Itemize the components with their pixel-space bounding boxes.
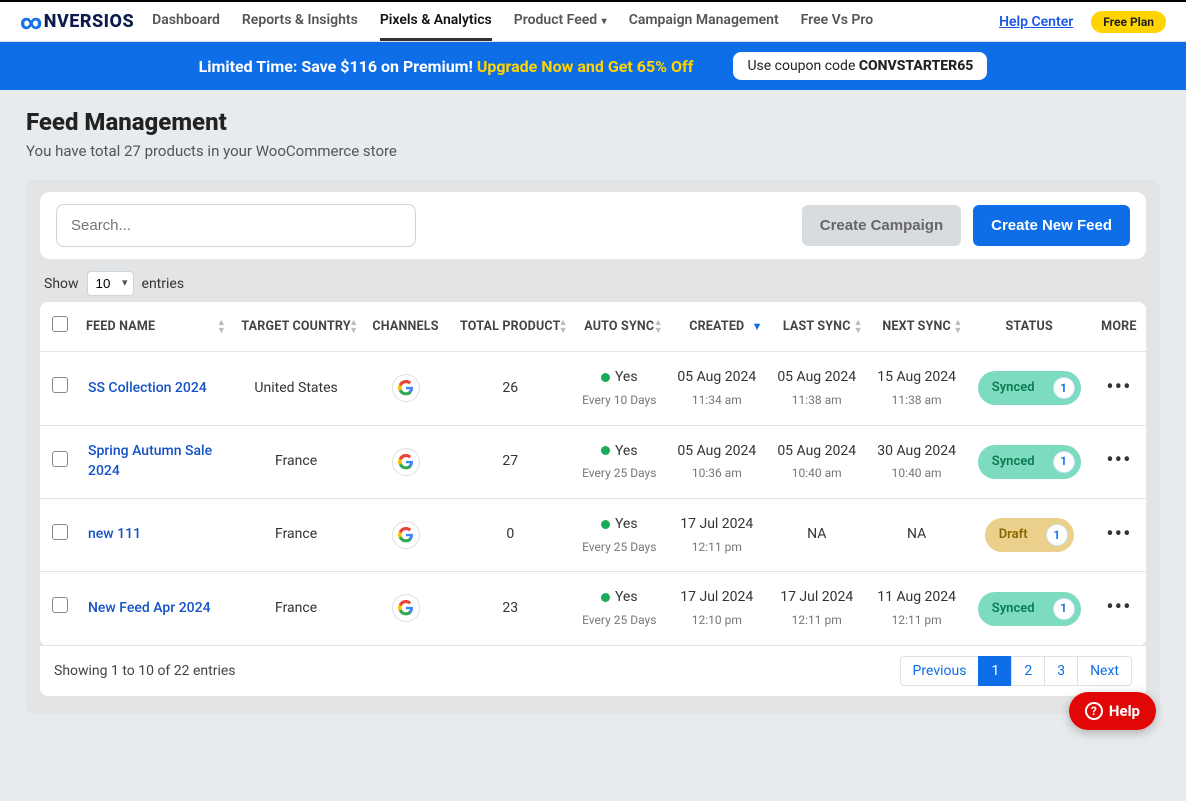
cell-auto-sync: YesEvery 25 Days bbox=[572, 425, 667, 498]
nav-dashboard[interactable]: Dashboard bbox=[152, 2, 220, 41]
table-row: New Feed Apr 2024 France 23YesEvery 25 Day… bbox=[40, 572, 1146, 645]
create-campaign-button[interactable]: Create Campaign bbox=[802, 205, 961, 246]
col-more: MORE bbox=[1092, 302, 1146, 352]
cell-auto-sync: YesEvery 10 Days bbox=[572, 352, 667, 425]
status-badge: Synced1 bbox=[978, 445, 1081, 479]
cell-last-sync: NA bbox=[767, 499, 867, 572]
feed-table: FEED NAME▲▼ TARGET COUNTRY▲▼ CHANNELS TO… bbox=[40, 302, 1146, 646]
col-total: TOTAL PRODUCT▲▼ bbox=[449, 302, 572, 352]
col-feed-name: FEED NAME▲▼ bbox=[80, 302, 230, 352]
cell-next-sync: 30 Aug 202410:40 am bbox=[867, 425, 967, 498]
nav-pixels[interactable]: Pixels & Analytics bbox=[380, 2, 492, 41]
nav-free-vs-pro[interactable]: Free Vs Pro bbox=[801, 2, 874, 41]
row-checkbox[interactable] bbox=[52, 451, 68, 467]
table-row: Spring Autumn Sale 2024 France 27YesEvery … bbox=[40, 425, 1146, 498]
cell-country: France bbox=[230, 425, 362, 498]
promo-text: Limited Time: Save $116 on Premium! Upgr… bbox=[199, 57, 694, 76]
page-next[interactable]: Next bbox=[1077, 656, 1132, 686]
cell-auto-sync: YesEvery 25 Days bbox=[572, 499, 667, 572]
select-all-checkbox[interactable] bbox=[52, 316, 68, 332]
help-fab[interactable]: ? Help bbox=[1069, 692, 1156, 730]
more-menu-button[interactable]: ••• bbox=[1106, 595, 1131, 620]
toolbar: Create Campaign Create New Feed bbox=[40, 192, 1146, 259]
cell-country: France bbox=[230, 572, 362, 645]
col-auto-sync: AUTO SYNC▲▼ bbox=[572, 302, 667, 352]
create-feed-button[interactable]: Create New Feed bbox=[973, 205, 1130, 246]
logo: ∞NVERSIOS bbox=[20, 10, 134, 34]
cell-total: 26 bbox=[449, 352, 572, 425]
cell-next-sync: 15 Aug 202411:38 am bbox=[867, 352, 967, 425]
nav-reports[interactable]: Reports & Insights bbox=[242, 2, 358, 41]
cell-next-sync: NA bbox=[867, 499, 967, 572]
more-menu-button[interactable]: ••• bbox=[1106, 522, 1131, 547]
pagination: Previous 1 2 3 Next bbox=[901, 656, 1132, 686]
length-control: Show 10 entries bbox=[40, 259, 1146, 302]
page-prev[interactable]: Previous bbox=[900, 656, 980, 686]
cell-total: 0 bbox=[449, 499, 572, 572]
col-status: STATUS bbox=[967, 302, 1092, 352]
cell-created: 17 Jul 202412:10 pm bbox=[667, 572, 767, 645]
page-3[interactable]: 3 bbox=[1044, 656, 1078, 686]
cell-created: 17 Jul 202412:11 pm bbox=[667, 499, 767, 572]
top-nav: ∞NVERSIOS Dashboard Reports & Insights P… bbox=[0, 2, 1186, 42]
feed-name-link[interactable]: new 111 bbox=[88, 526, 141, 542]
table-info: Showing 1 to 10 of 22 entries bbox=[54, 663, 901, 679]
table-footer: Showing 1 to 10 of 22 entries Previous 1… bbox=[40, 646, 1146, 696]
google-channel-icon bbox=[392, 521, 420, 549]
feed-name-link[interactable]: New Feed Apr 2024 bbox=[88, 600, 211, 616]
col-created: CREATED▼ bbox=[667, 302, 767, 352]
page-title: Feed Management bbox=[26, 108, 1160, 136]
coupon-box: Use coupon code CONVSTARTER65 bbox=[733, 52, 987, 80]
cell-total: 27 bbox=[449, 425, 572, 498]
feed-name-link[interactable]: Spring Autumn Sale 2024 bbox=[88, 443, 212, 479]
cell-created: 05 Aug 202410:36 am bbox=[667, 425, 767, 498]
cell-auto-sync: YesEvery 25 Days bbox=[572, 572, 667, 645]
cell-created: 05 Aug 202411:34 am bbox=[667, 352, 767, 425]
cell-next-sync: 11 Aug 202412:11 pm bbox=[867, 572, 967, 645]
row-checkbox[interactable] bbox=[52, 377, 68, 393]
nav-product-feed[interactable]: Product Feed ▾ bbox=[514, 2, 607, 41]
row-checkbox[interactable] bbox=[52, 597, 68, 613]
cell-last-sync: 05 Aug 202411:38 am bbox=[767, 352, 867, 425]
table-row: new 111 France 0YesEvery 25 Days17 Jul 202… bbox=[40, 499, 1146, 572]
col-country: TARGET COUNTRY▲▼ bbox=[230, 302, 362, 352]
search-input[interactable] bbox=[56, 204, 416, 247]
more-menu-button[interactable]: ••• bbox=[1106, 375, 1131, 400]
main-nav: Dashboard Reports & Insights Pixels & An… bbox=[152, 2, 981, 41]
promo-banner: Limited Time: Save $116 on Premium! Upgr… bbox=[0, 42, 1186, 90]
page-1[interactable]: 1 bbox=[978, 656, 1012, 686]
col-channels: CHANNELS bbox=[362, 302, 449, 352]
status-badge: Synced1 bbox=[978, 592, 1081, 626]
col-next-sync: NEXT SYNC▲▼ bbox=[867, 302, 967, 352]
feed-card: Create Campaign Create New Feed Show 10 … bbox=[26, 180, 1160, 714]
cell-country: France bbox=[230, 499, 362, 572]
page-2[interactable]: 2 bbox=[1011, 656, 1045, 686]
plan-badge[interactable]: Free Plan bbox=[1091, 11, 1166, 33]
help-icon: ? bbox=[1085, 702, 1103, 720]
col-last-sync: LAST SYNC▲▼ bbox=[767, 302, 867, 352]
table-row: SS Collection 2024 United States 26YesEver… bbox=[40, 352, 1146, 425]
google-channel-icon bbox=[392, 594, 420, 622]
page-length-select[interactable]: 10 bbox=[87, 271, 134, 296]
cell-last-sync: 17 Jul 202412:11 pm bbox=[767, 572, 867, 645]
status-badge: Draft1 bbox=[985, 518, 1074, 552]
page-subtitle: You have total 27 products in your WooCo… bbox=[26, 142, 1160, 160]
more-menu-button[interactable]: ••• bbox=[1106, 448, 1131, 473]
google-channel-icon bbox=[392, 448, 420, 476]
nav-campaign[interactable]: Campaign Management bbox=[629, 2, 779, 41]
status-badge: Synced1 bbox=[978, 371, 1081, 405]
row-checkbox[interactable] bbox=[52, 524, 68, 540]
feed-name-link[interactable]: SS Collection 2024 bbox=[88, 380, 207, 396]
cell-total: 23 bbox=[449, 572, 572, 645]
promo-cta[interactable]: Upgrade Now and Get 65% Off bbox=[477, 57, 694, 76]
google-channel-icon bbox=[392, 374, 420, 402]
chevron-down-icon: ▾ bbox=[599, 16, 607, 27]
cell-last-sync: 05 Aug 202410:40 am bbox=[767, 425, 867, 498]
help-center-link[interactable]: Help Center bbox=[999, 14, 1073, 30]
cell-country: United States bbox=[230, 352, 362, 425]
